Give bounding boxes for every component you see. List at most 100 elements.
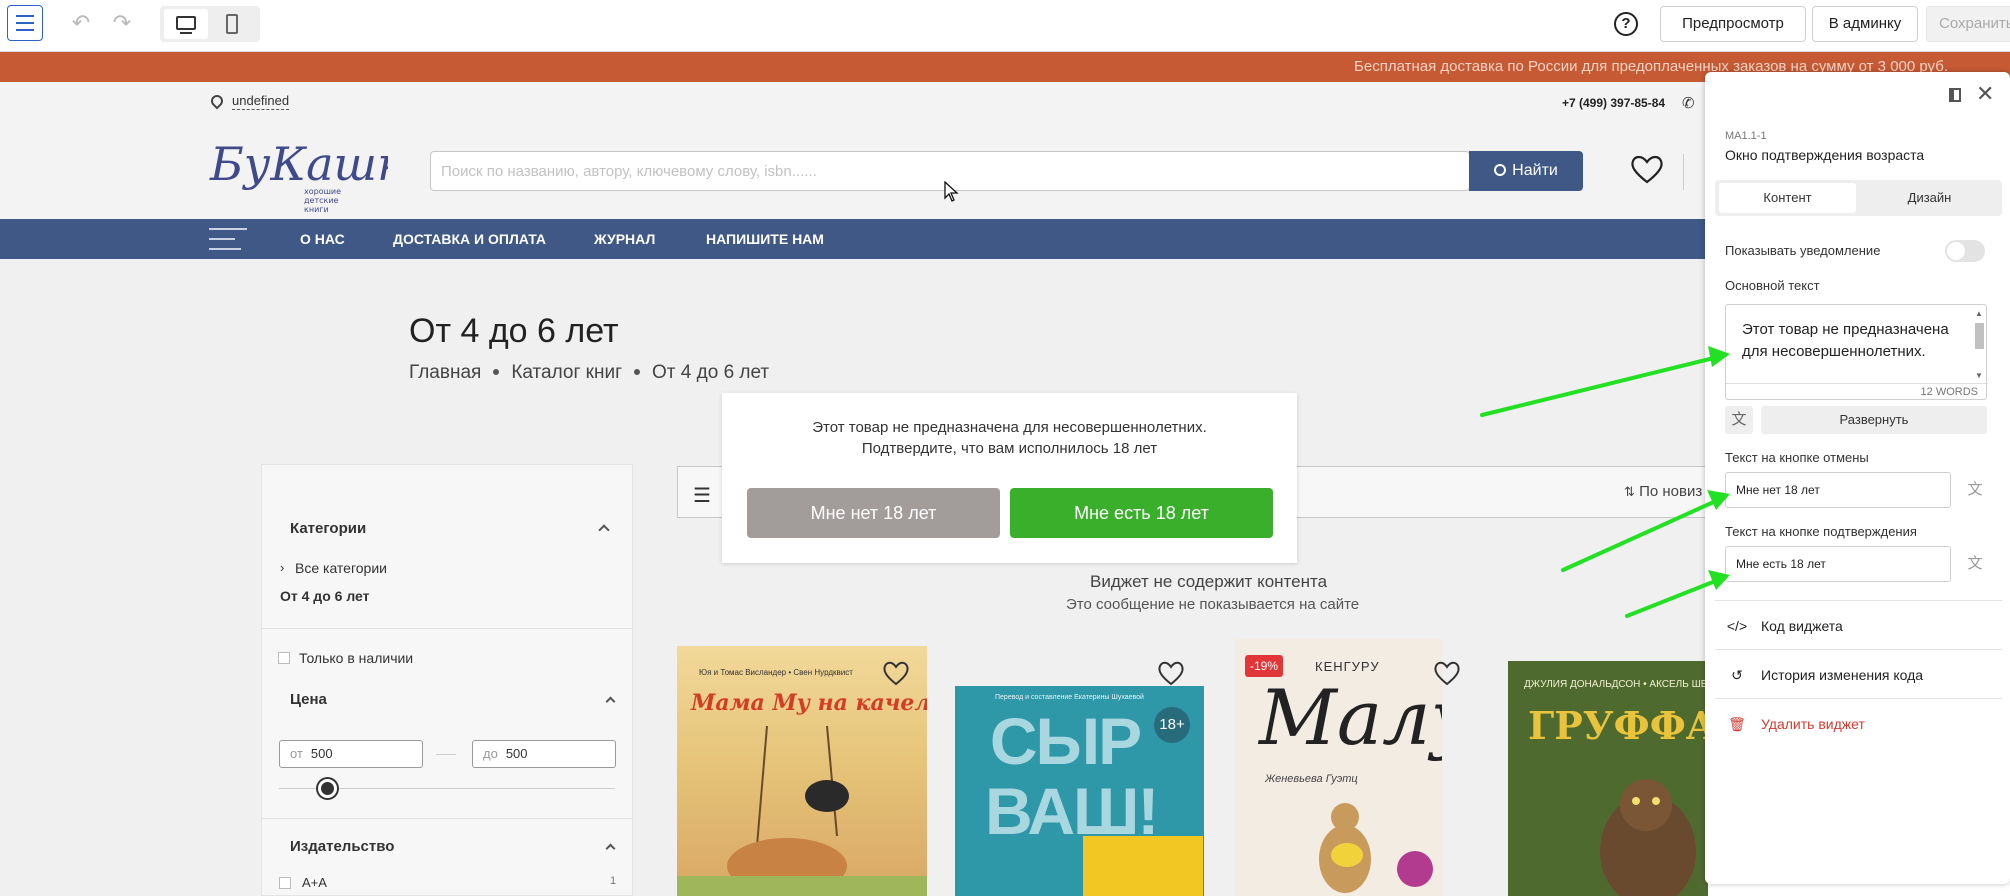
main-text-value[interactable]: Этот товар не предназначена для несоверш… bbox=[1742, 319, 1962, 383]
price-from-input[interactable]: от 500 bbox=[279, 740, 423, 768]
chevron-right-icon: › bbox=[280, 560, 285, 575]
book-cover-illustration bbox=[677, 726, 927, 896]
translate-icon[interactable]: 文 bbox=[1961, 476, 1989, 504]
filter-current-category[interactable]: От 4 до 6 лет bbox=[280, 588, 369, 604]
desktop-view-icon[interactable] bbox=[164, 9, 208, 39]
publisher-checkbox[interactable] bbox=[279, 877, 291, 889]
redo-icon[interactable]: ↷ bbox=[108, 10, 136, 36]
logo-text: БуКашки bbox=[209, 137, 388, 191]
mobile-view-icon[interactable] bbox=[226, 14, 238, 34]
logo-tagline-3: книги bbox=[304, 205, 329, 214]
help-icon[interactable]: ? bbox=[1614, 12, 1638, 36]
mouse-cursor-icon bbox=[944, 181, 959, 202]
show-notification-label: Показывать уведомление bbox=[1725, 243, 1881, 258]
over-18-button[interactable]: Мне есть 18 лет bbox=[1010, 488, 1273, 538]
main-text-editor[interactable]: Этот товар не предназначена для несоверш… bbox=[1725, 304, 1988, 400]
nav-delivery[interactable]: ДОСТАВКА И ОПЛАТА bbox=[393, 231, 546, 247]
cancel-text-input[interactable]: Мне нет 18 лет bbox=[1725, 472, 1951, 508]
under-18-button[interactable]: Мне нет 18 лет bbox=[747, 488, 1000, 538]
filter-publisher-title[interactable]: Издательство bbox=[290, 838, 394, 855]
editor-toolbar: ↶ ↷ ? Предпросмотр В админку Сохранить bbox=[0, 0, 2010, 52]
wishlist-heart-icon[interactable] bbox=[1630, 154, 1664, 184]
favorite-heart-icon[interactable] bbox=[1433, 660, 1461, 686]
breadcrumb: Главная Каталог книг От 4 до 6 лет bbox=[409, 362, 769, 384]
cheese-illustration bbox=[1083, 836, 1203, 896]
sort-label: По новиз bbox=[1639, 483, 1703, 500]
phone-icon: ✆ bbox=[1682, 95, 1695, 112]
divider bbox=[262, 818, 632, 819]
empty-widget-note: Это сообщение не показывается на сайте bbox=[1066, 596, 1360, 613]
widget-title: Окно подтверждения возраста bbox=[1725, 147, 1925, 163]
device-switcher bbox=[160, 6, 260, 42]
book-cover-subtitle: Перевод и составление Екатерины Шухаевой bbox=[995, 694, 1144, 701]
price-slider-handle[interactable] bbox=[318, 779, 337, 798]
search-icon bbox=[1494, 164, 1507, 176]
favorite-heart-icon[interactable] bbox=[1157, 660, 1185, 686]
scroll-thumb[interactable] bbox=[1975, 323, 1984, 349]
sort-dropdown[interactable]: ⇅ По новиз bbox=[1624, 483, 1702, 500]
translate-icon[interactable]: 文 bbox=[1961, 550, 1989, 578]
page-title: От 4 до 6 лет bbox=[409, 312, 619, 350]
site-logo[interactable]: БуКашки хорошие детские книги bbox=[208, 128, 388, 218]
publisher-option-count: 1 bbox=[610, 875, 617, 887]
widget-code-button[interactable]: </> Код виджета bbox=[1725, 614, 1843, 638]
menu-icon[interactable] bbox=[7, 5, 43, 41]
catalog-menu-icon[interactable] bbox=[209, 228, 247, 250]
filter-price-title[interactable]: Цена bbox=[290, 691, 327, 708]
admin-button[interactable]: В админку bbox=[1812, 6, 1918, 42]
age-badge: 18+ bbox=[1154, 707, 1190, 743]
age-confirmation-modal: Этот товар не предназначена для несоверш… bbox=[722, 393, 1297, 563]
logo-tagline-1: хорошие bbox=[304, 187, 341, 196]
nav-about[interactable]: О НАС bbox=[300, 231, 345, 247]
history-icon: ↺ bbox=[1731, 667, 1743, 683]
textarea-scrollbar[interactable]: ▲ ▼ bbox=[1974, 309, 1984, 383]
filter-all-categories[interactable]: Все категории bbox=[295, 560, 387, 576]
trash-icon: 🗑 bbox=[1728, 716, 1746, 732]
publisher-option-label: А+А bbox=[302, 875, 327, 890]
modal-message-line-2: Подтвердите, что вам исполнилось 18 лет bbox=[861, 440, 1158, 457]
dock-panel-icon[interactable] bbox=[1949, 88, 1961, 102]
code-history-label: История изменения кода bbox=[1761, 667, 1924, 683]
expand-button[interactable]: Развернуть bbox=[1761, 406, 1987, 434]
code-history-button[interactable]: ↺ История изменения кода bbox=[1725, 663, 1923, 687]
book-cover-author: Женевьева Гуэтц bbox=[1265, 773, 1358, 785]
phone-number[interactable]: +7 (499) 397-85-84 bbox=[1562, 96, 1665, 110]
preview-button[interactable]: Предпросмотр bbox=[1660, 6, 1806, 42]
confirm-text-input[interactable]: Мне есть 18 лет bbox=[1725, 546, 1951, 582]
scroll-up-icon[interactable]: ▲ bbox=[1975, 309, 1983, 318]
scroll-down-icon[interactable]: ▼ bbox=[1975, 371, 1983, 380]
tab-content[interactable]: Контент bbox=[1719, 183, 1856, 213]
book-cover-authors: Юя и Томас Висландер • Свен Нурдквист bbox=[699, 668, 853, 677]
filter-categories-title[interactable]: Категории bbox=[290, 520, 366, 537]
search-button[interactable]: Найти bbox=[1469, 151, 1583, 191]
nav-contact[interactable]: НАПИШИТЕ НАМ bbox=[706, 231, 824, 247]
translate-icon[interactable]: 文 bbox=[1725, 406, 1753, 434]
undo-icon[interactable]: ↶ bbox=[67, 10, 95, 36]
main-nav: О НАС ДОСТАВКА И ОПЛАТА ЖУРНАЛ НАПИШИТЕ … bbox=[0, 219, 1708, 259]
book-cover-4[interactable]: ДЖУЛИЯ ДОНАЛЬДСОН • АКСЕЛЬ ШЕФ ГРУФФАЛО bbox=[1508, 661, 1708, 896]
book-cover-title: Мама Му на качелях bbox=[691, 690, 927, 716]
widget-code-id: MA1.1-1 bbox=[1725, 130, 1767, 142]
save-button[interactable]: Сохранить bbox=[1926, 6, 2010, 42]
nav-journal[interactable]: ЖУРНАЛ bbox=[594, 231, 655, 247]
code-icon: </> bbox=[1726, 618, 1748, 634]
breadcrumb-catalog[interactable]: Каталог книг bbox=[511, 362, 622, 383]
delete-widget-button[interactable]: 🗑 Удалить виджет bbox=[1725, 712, 1865, 736]
in-stock-checkbox[interactable] bbox=[278, 652, 290, 664]
empty-widget-title: Виджет не содержит контента bbox=[1090, 572, 1328, 591]
book-cover-3[interactable]: КЕНГУРУ Малу Женевьева Гуэтц bbox=[1235, 639, 1442, 896]
location-link[interactable]: undefined bbox=[232, 93, 290, 110]
delete-widget-label: Удалить виджет bbox=[1761, 716, 1865, 732]
sale-badge: -19% bbox=[1245, 655, 1283, 677]
breadcrumb-home[interactable]: Главная bbox=[409, 362, 481, 383]
book-cover-authors: ДЖУЛИЯ ДОНАЛЬДСОН • АКСЕЛЬ ШЕФ bbox=[1524, 679, 1708, 690]
logo-tagline-2: детские bbox=[304, 196, 339, 205]
price-to-input[interactable]: до 500 bbox=[472, 740, 616, 768]
show-notification-toggle[interactable] bbox=[1945, 240, 1985, 262]
favorite-heart-icon[interactable] bbox=[882, 660, 910, 686]
breadcrumb-current: От 4 до 6 лет bbox=[652, 362, 770, 383]
list-view-icon[interactable]: ☰ bbox=[693, 483, 711, 508]
close-icon[interactable]: ✕ bbox=[1976, 83, 1994, 105]
modal-message-line-1: Этот товар не предназначена для несоверш… bbox=[812, 419, 1207, 436]
tab-design[interactable]: Дизайн bbox=[1861, 183, 1998, 213]
